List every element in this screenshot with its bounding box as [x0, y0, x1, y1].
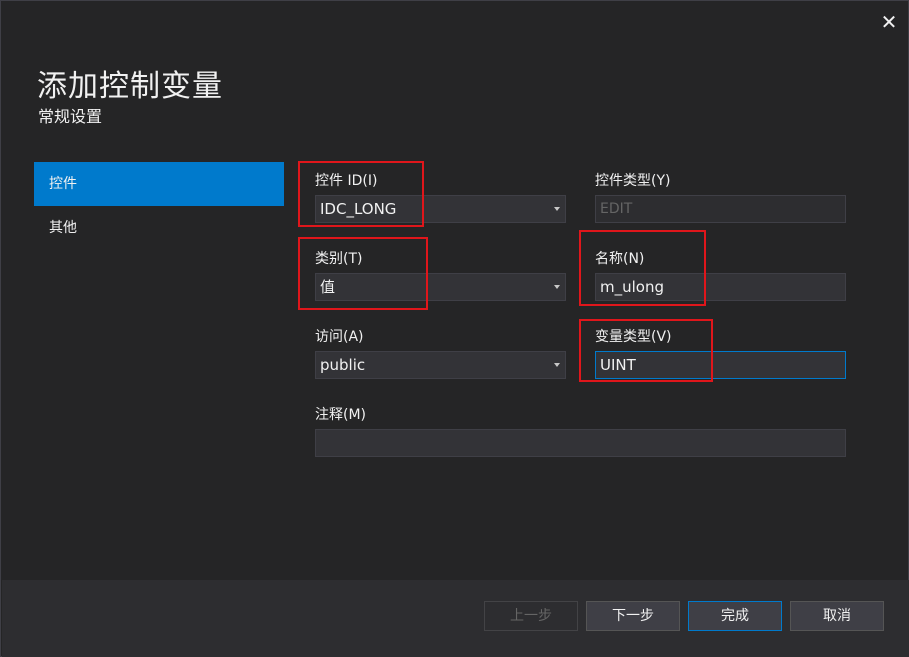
- close-icon[interactable]: ✕: [877, 11, 901, 35]
- name-field[interactable]: m_ulong: [595, 273, 846, 301]
- chevron-down-icon: [554, 363, 560, 367]
- category-label: 类别(T): [315, 251, 363, 267]
- access-value: public: [320, 356, 366, 374]
- cancel-button[interactable]: 取消: [790, 601, 884, 631]
- comment-label: 注释(M): [315, 407, 367, 423]
- page-subtitle: 常规设置: [38, 107, 103, 126]
- access-select[interactable]: public: [315, 351, 566, 379]
- add-control-variable-dialog: ✕ 添加控制变量 常规设置 控件 其他 控件 ID(I) IDC_LONG 控件…: [0, 0, 909, 657]
- control-type-field: EDIT: [595, 195, 846, 223]
- sidebar-item-other[interactable]: 其他: [34, 206, 284, 250]
- variable-type-label: 变量类型(V): [595, 329, 672, 345]
- control-id-label: 控件 ID(I): [315, 173, 378, 189]
- chevron-down-icon: [554, 207, 560, 211]
- name-label: 名称(N): [595, 251, 645, 267]
- control-type-label: 控件类型(Y): [595, 173, 671, 189]
- chevron-down-icon: [554, 285, 560, 289]
- sidebar-item-controls[interactable]: 控件: [34, 162, 284, 206]
- finish-button[interactable]: 完成: [688, 601, 782, 631]
- category-select[interactable]: 值: [315, 273, 566, 301]
- next-button[interactable]: 下一步: [586, 601, 680, 631]
- access-label: 访问(A): [315, 329, 364, 345]
- comment-field[interactable]: [315, 429, 846, 457]
- variable-type-field[interactable]: UINT: [595, 351, 846, 379]
- sidebar-nav: 控件 其他: [34, 162, 284, 250]
- prev-button[interactable]: 上一步: [484, 601, 578, 631]
- control-id-select[interactable]: IDC_LONG: [315, 195, 566, 223]
- control-id-value: IDC_LONG: [320, 200, 397, 218]
- category-value: 值: [320, 278, 336, 296]
- page-title: 添加控制变量: [37, 69, 223, 104]
